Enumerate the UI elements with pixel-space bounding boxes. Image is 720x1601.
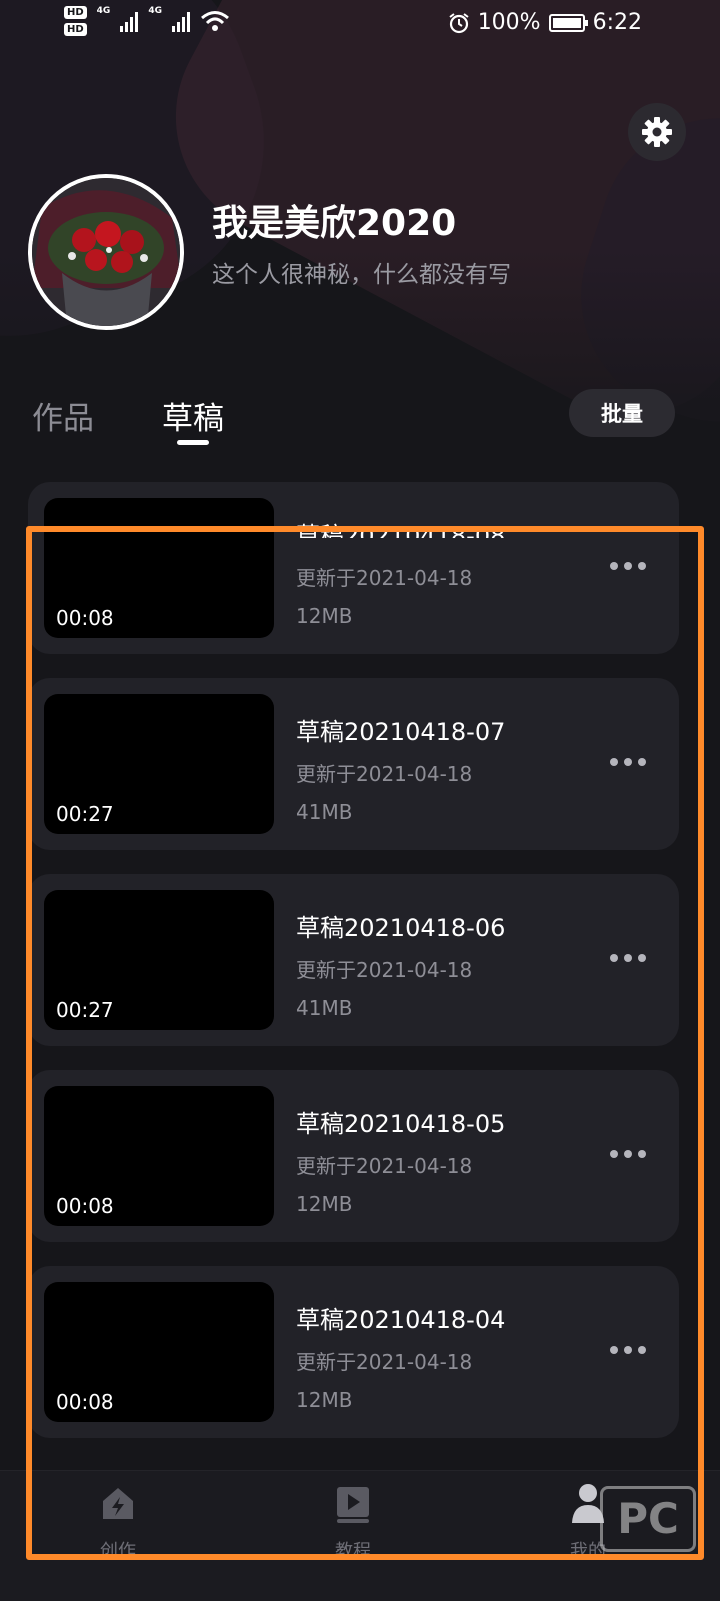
settings-button[interactable] [628, 103, 686, 161]
status-bar: HD HD 4G 4G 100% 6:22 [0, 0, 720, 54]
dot-icon [610, 954, 618, 962]
draft-thumbnail: 00:08 [44, 1282, 274, 1422]
dot-icon [638, 954, 646, 962]
network-type-2: 4G [148, 6, 162, 16]
draft-date: 更新于2021-04-18 [296, 1154, 473, 1178]
dot-icon [610, 1150, 618, 1158]
draft-size: 12MB [296, 1388, 353, 1412]
draft-date: 更新于2021-04-18 [296, 566, 473, 590]
more-options-button[interactable] [610, 952, 650, 964]
username: 我是美欣2020 [212, 203, 457, 244]
bio-text: 这个人很神秘，什么都没有写 [212, 262, 511, 288]
draft-duration: 00:27 [56, 998, 114, 1022]
draft-item[interactable]: 00:27 草稿20210418-06 更新于2021-04-18 41MB [28, 874, 679, 1046]
draft-title: 草稿20210418-04 [296, 1306, 506, 1334]
dot-icon [638, 1150, 646, 1158]
signal-icon [171, 10, 190, 32]
draft-title: 草稿20210418-08 [296, 522, 506, 538]
dot-icon [624, 562, 632, 570]
dot-icon [610, 562, 618, 570]
dot-icon [638, 758, 646, 766]
draft-thumbnail: 00:27 [44, 694, 274, 834]
draft-duration: 00:08 [56, 1194, 114, 1218]
draft-title: 草稿20210418-06 [296, 914, 506, 942]
dot-icon [638, 1346, 646, 1354]
site-watermark: PC [600, 1486, 696, 1552]
draft-duration: 00:08 [56, 1390, 114, 1414]
lightning-house-icon [103, 1488, 133, 1519]
nav-tutorial-label: 教程 [335, 1541, 371, 1562]
draft-size: 12MB [296, 1192, 353, 1216]
dot-icon [610, 1346, 618, 1354]
draft-size: 41MB [296, 800, 353, 824]
network-type-1: 4G [96, 6, 111, 16]
play-book-icon [337, 1487, 369, 1523]
draft-title: 草稿20210418-05 [296, 1110, 506, 1138]
draft-thumbnail: 00:08 [44, 1086, 274, 1226]
hd1-badge: HD [64, 6, 87, 19]
more-options-button[interactable] [610, 756, 650, 768]
clock: 6:22 [592, 10, 642, 35]
draft-size: 12MB [296, 604, 353, 628]
draft-item[interactable]: 00:08 草稿20210418-08 更新于2021-04-18 12MB [28, 482, 679, 654]
dot-icon [624, 758, 632, 766]
batch-button[interactable]: 批量 [569, 389, 675, 437]
battery-icon [548, 13, 588, 32]
draft-duration: 00:08 [56, 606, 114, 630]
dot-icon [624, 1346, 632, 1354]
more-options-button[interactable] [610, 1344, 650, 1356]
draft-item[interactable]: 00:27 草稿20210418-07 更新于2021-04-18 41MB [28, 678, 679, 850]
more-options-button[interactable] [610, 560, 650, 572]
draft-thumbnail: 00:08 [44, 498, 274, 638]
nav-create-label: 创作 [100, 1541, 136, 1562]
draft-size: 41MB [296, 996, 353, 1020]
battery-percent: 100% [477, 10, 541, 35]
draft-date: 更新于2021-04-18 [296, 762, 473, 786]
more-options-button[interactable] [610, 1148, 650, 1160]
signal-icon [120, 10, 139, 32]
tab-selected-indicator [177, 440, 209, 445]
tab-works[interactable]: 作品 [32, 393, 94, 438]
draft-thumbnail: 00:27 [44, 890, 274, 1030]
dot-icon [638, 562, 646, 570]
draft-duration: 00:27 [56, 802, 114, 826]
dot-icon [610, 758, 618, 766]
draft-date: 更新于2021-04-18 [296, 958, 473, 982]
avatar[interactable] [28, 174, 184, 330]
gear-icon [642, 117, 672, 147]
rose-bouquet-photo [32, 178, 180, 326]
alarm-icon [449, 12, 469, 33]
dot-icon [624, 954, 632, 962]
dot-icon [624, 1150, 632, 1158]
tab-drafts[interactable]: 草稿 [162, 393, 224, 438]
hd2-badge: HD [64, 23, 87, 36]
draft-title: 草稿20210418-07 [296, 718, 506, 746]
draft-item[interactable]: 00:08 草稿20210418-05 更新于2021-04-18 12MB [28, 1070, 679, 1242]
draft-date: 更新于2021-04-18 [296, 1350, 473, 1374]
wifi-icon [201, 11, 229, 31]
draft-item[interactable]: 00:08 草稿20210418-04 更新于2021-04-18 12MB [28, 1266, 679, 1438]
